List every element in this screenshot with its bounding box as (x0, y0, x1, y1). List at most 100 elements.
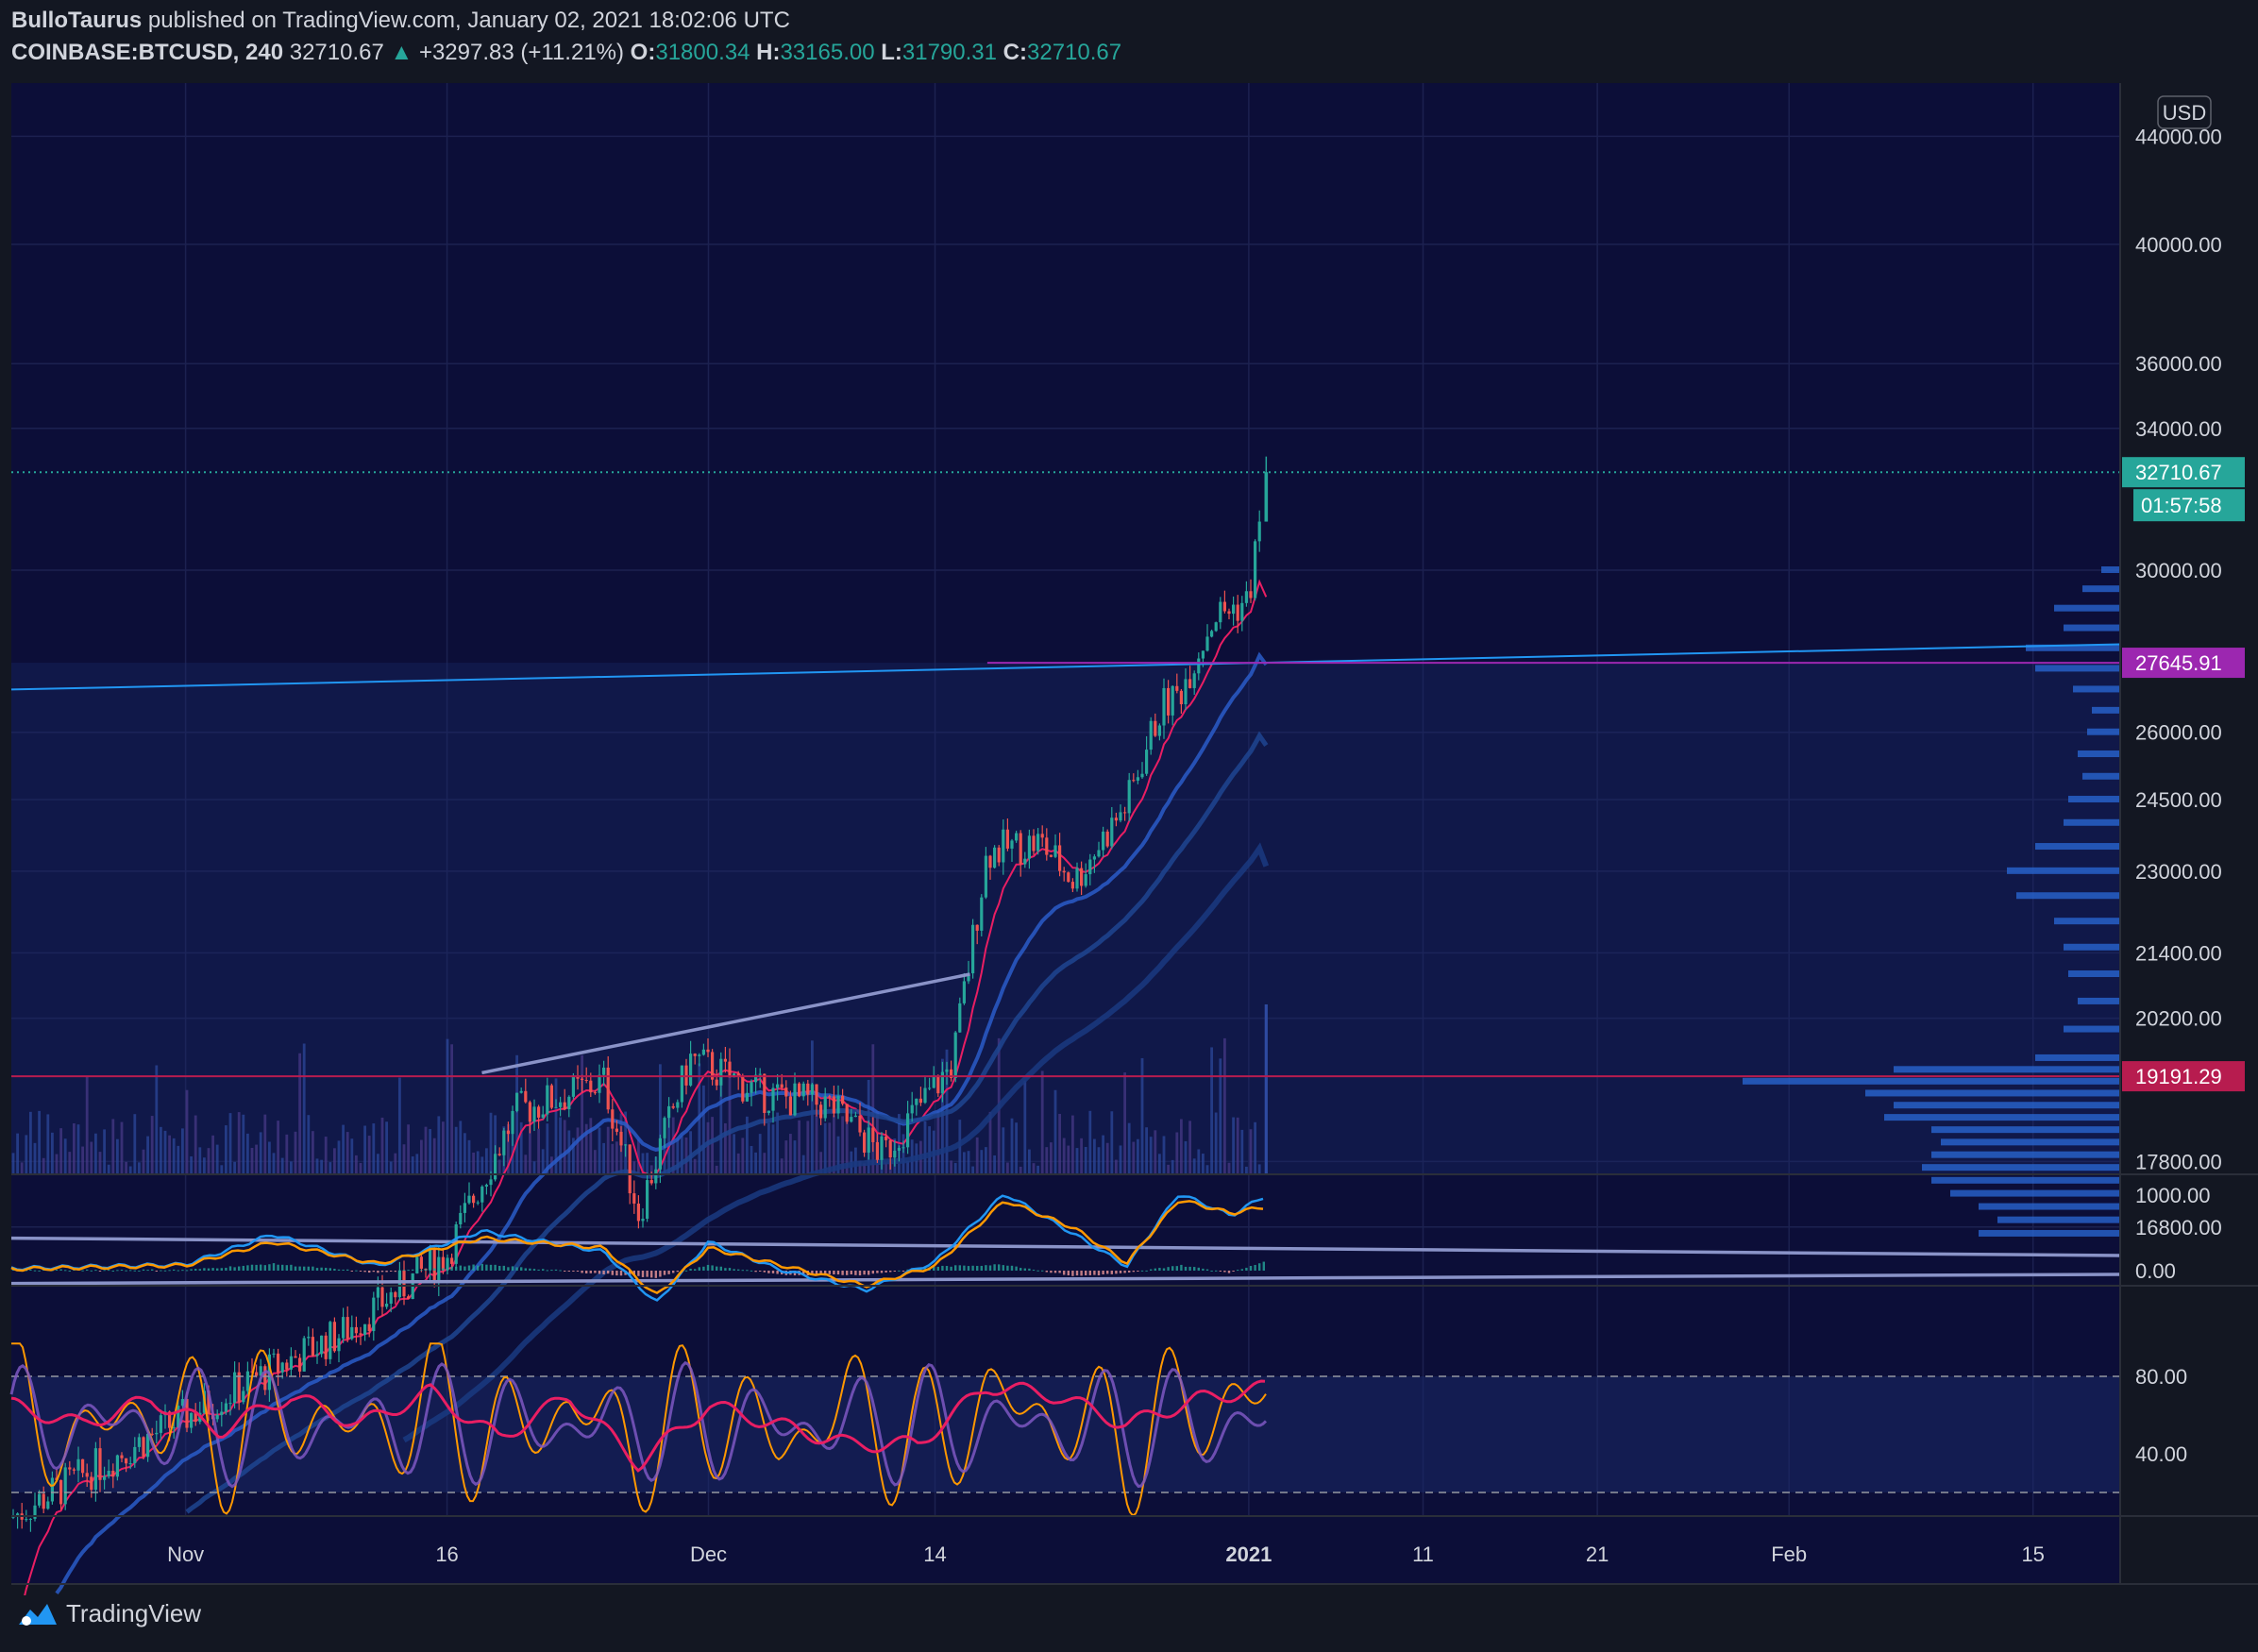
candle-body (997, 847, 1001, 863)
up-arrow-icon: ▲ (390, 40, 413, 65)
macd-histogram-bar (1119, 1271, 1122, 1273)
macd-histogram-bar (1140, 1270, 1144, 1272)
macd-histogram-bar (529, 1268, 531, 1271)
macd-histogram-bar (168, 1270, 171, 1272)
candle-body (918, 1098, 922, 1104)
volume-bar (16, 1133, 19, 1174)
candle-body (372, 1297, 376, 1332)
candle-body (615, 1128, 618, 1132)
volume-bar (780, 1158, 784, 1174)
candle-body (506, 1130, 510, 1135)
volume-bar (1167, 1164, 1170, 1174)
candle-body (1045, 837, 1049, 855)
candle-body (1036, 834, 1040, 851)
candle-body (25, 1519, 28, 1521)
macd-histogram-bar (498, 1265, 501, 1271)
volume-bar (363, 1125, 366, 1174)
candle-body (1244, 591, 1248, 603)
macd-histogram-bar (1036, 1270, 1039, 1272)
candle-body (302, 1338, 306, 1372)
macd-tick-label: 1000.00 (2135, 1184, 2211, 1207)
tradingview-footer[interactable]: TradingView (17, 1599, 201, 1628)
price-axis[interactable]: 48000.0044000.0040000.0036000.0034000.00… (2122, 79, 2245, 1466)
macd-histogram-bar (581, 1271, 583, 1273)
macd-histogram-bar (650, 1271, 653, 1278)
macd-histogram-bar (163, 1270, 167, 1272)
macd-histogram-bar (225, 1267, 227, 1271)
volume-bar (1240, 1129, 1244, 1174)
candle-body (133, 1446, 137, 1463)
candle-body (432, 1249, 436, 1284)
volume-profile-row (2054, 604, 2120, 612)
candle-body (233, 1372, 237, 1404)
candle-body (1010, 840, 1014, 849)
candle-body (463, 1203, 466, 1213)
candle-body (719, 1058, 723, 1086)
macd-histogram-bar (298, 1266, 301, 1271)
macd-histogram-bar (619, 1271, 623, 1276)
chart-area[interactable]: 48000.0044000.0040000.0036000.0034000.00… (0, 79, 2258, 1595)
candle-body (1154, 720, 1157, 736)
candle-body (958, 1003, 962, 1033)
macd-histogram-bar (260, 1264, 262, 1271)
volume-bar (1264, 1004, 1268, 1174)
volume-bar (936, 1110, 940, 1174)
volume-bar (459, 1121, 463, 1174)
volume-bar (1010, 1118, 1014, 1174)
candle-body (1254, 541, 1257, 598)
candle-body (1171, 685, 1174, 716)
macd-histogram-bar (450, 1266, 453, 1271)
time-tick-label: 11 (1412, 1542, 1434, 1566)
candle-body (940, 1071, 944, 1094)
macd-histogram-bar (863, 1271, 866, 1275)
volume-bar (420, 1139, 423, 1174)
macd-histogram-bar (390, 1271, 393, 1272)
macd-histogram-bar (111, 1270, 114, 1272)
macd-tick-label: 0.00 (2135, 1259, 2176, 1283)
macd-histogram-bar (684, 1270, 688, 1272)
candle-body (224, 1403, 227, 1412)
macd-histogram-bar (1232, 1271, 1235, 1272)
tradingview-logo-icon (19, 1603, 57, 1626)
candle-body (415, 1256, 419, 1273)
candle-body (758, 1073, 762, 1075)
volume-bar (1088, 1110, 1092, 1174)
volume-bar (1093, 1138, 1096, 1174)
macd-histogram-bar (125, 1270, 127, 1272)
volume-bar (103, 1129, 106, 1174)
candle-body (602, 1067, 606, 1075)
macd-histogram-bar (1219, 1271, 1222, 1272)
macd-histogram-bar (420, 1270, 423, 1272)
candle-body (245, 1371, 249, 1391)
publish-line: BulloTaurus published on TradingView.com… (11, 8, 790, 34)
macd-histogram-bar (181, 1270, 184, 1272)
volume-bar (806, 1121, 810, 1174)
author-name[interactable]: BulloTaurus (11, 8, 142, 33)
volume-bar (767, 1122, 770, 1174)
macd-histogram-bar (502, 1265, 505, 1271)
candle-body (810, 1084, 814, 1095)
candle-body (38, 1493, 42, 1506)
candle-body (923, 1087, 927, 1104)
macd-histogram-bar (1088, 1271, 1091, 1275)
candle-body (850, 1117, 853, 1122)
macd-histogram-bar (858, 1271, 862, 1276)
candle-body (528, 1102, 531, 1122)
candle-body (563, 1102, 566, 1110)
macd-histogram-bar (246, 1265, 249, 1271)
volume-bar (463, 1133, 466, 1174)
close-label: C: (1003, 40, 1027, 65)
candle-body (658, 1138, 662, 1170)
candle-body (385, 1304, 389, 1307)
volume-bar (190, 1155, 193, 1174)
macd-histogram-bar (424, 1269, 428, 1271)
macd-histogram-bar (885, 1271, 887, 1273)
candle-body (1149, 720, 1153, 750)
price-level-tag: 32710.67 (2135, 461, 2222, 484)
time-tick-label: Dec (690, 1542, 727, 1566)
macd-histogram-bar (733, 1269, 735, 1271)
macd-histogram-bar (833, 1271, 835, 1274)
macd-histogram-bar (971, 1265, 974, 1271)
volume-bar (81, 1146, 84, 1174)
macd-histogram-bar (303, 1266, 306, 1271)
